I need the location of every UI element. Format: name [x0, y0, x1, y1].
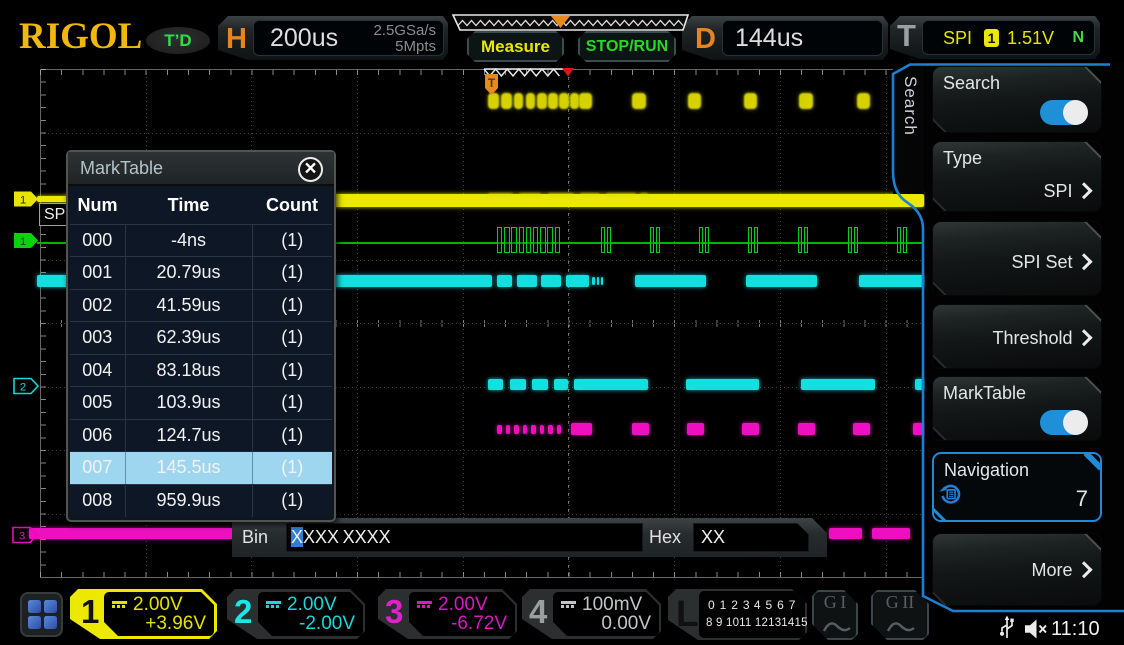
svg-text:T: T: [488, 76, 496, 90]
svg-text:3: 3: [19, 531, 25, 543]
svg-text:1: 1: [20, 195, 26, 207]
svg-text:2: 2: [20, 382, 26, 394]
svg-text:1: 1: [20, 236, 26, 248]
